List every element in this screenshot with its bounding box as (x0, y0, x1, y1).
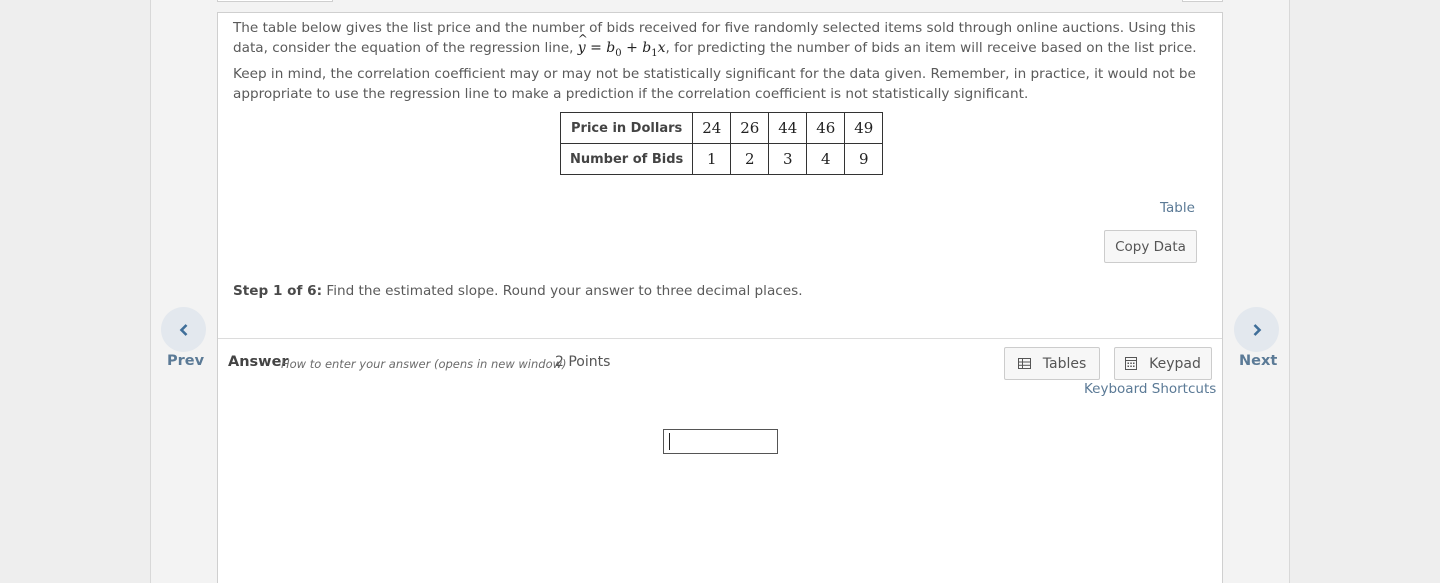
step-text: Find the estimated slope. Round your ans… (322, 283, 803, 299)
top-tab-left (217, 0, 333, 2)
keypad-button-label: Keypad (1149, 355, 1201, 372)
keypad-button[interactable]: Keypad (1114, 347, 1212, 380)
plus-sign: + (621, 40, 643, 56)
row-header: Price in Dollars (559, 112, 694, 144)
howto-link[interactable]: How to enter your answer (opens in new w… (281, 357, 567, 371)
table-cell: 24 (692, 112, 732, 144)
table-cell: 4 (806, 143, 846, 175)
table-cell: 3 (768, 143, 808, 175)
next-button[interactable] (1234, 307, 1279, 352)
table-row: Price in Dollars 24 26 44 46 49 (559, 112, 884, 144)
answer-label: Answer (228, 354, 289, 370)
step-label: Step 1 of 6: (233, 283, 323, 299)
table-cell: 9 (844, 143, 884, 175)
text-caret (669, 433, 670, 450)
divider (218, 338, 1222, 339)
table-cell: 49 (844, 112, 884, 144)
b0: b (606, 40, 616, 56)
row-header: Number of Bids (559, 143, 694, 175)
x-variable: x (657, 40, 666, 56)
table-cell: 46 (806, 112, 846, 144)
data-table: Price in Dollars 24 26 44 46 49 Number o… (559, 112, 884, 175)
b1: b (642, 40, 652, 56)
equals-sign: = (585, 40, 607, 56)
table-row: Number of Bids 1 2 3 4 9 (559, 143, 884, 175)
prev-label[interactable]: Prev (167, 353, 204, 369)
chevron-right-icon (1252, 323, 1262, 337)
answer-input[interactable] (663, 429, 778, 454)
table-cell: 2 (730, 143, 770, 175)
table-link[interactable]: Table (1160, 200, 1195, 216)
keyboard-shortcuts-link[interactable]: Keyboard Shortcuts (1084, 381, 1216, 397)
top-tab-right (1182, 0, 1223, 2)
step-instruction: Step 1 of 6: Find the estimated slope. R… (233, 283, 803, 299)
question-text: The table below gives the list price and… (233, 18, 1203, 104)
next-label[interactable]: Next (1239, 353, 1277, 369)
tables-button[interactable]: Tables (1004, 347, 1100, 380)
chevron-left-icon (179, 323, 189, 337)
tables-button-label: Tables (1042, 355, 1087, 372)
points-label: 2 Points (555, 354, 611, 370)
prev-button[interactable] (161, 307, 206, 352)
y-hat: y (578, 29, 588, 58)
calculator-icon (1125, 357, 1138, 370)
table-cell: 1 (692, 143, 732, 175)
copy-data-button[interactable]: Copy Data (1104, 230, 1197, 263)
table-cell: 44 (768, 112, 808, 144)
table-grid-icon (1017, 358, 1031, 369)
regression-equation: y = b0 + b1x (578, 29, 666, 59)
table-cell: 26 (730, 112, 770, 144)
